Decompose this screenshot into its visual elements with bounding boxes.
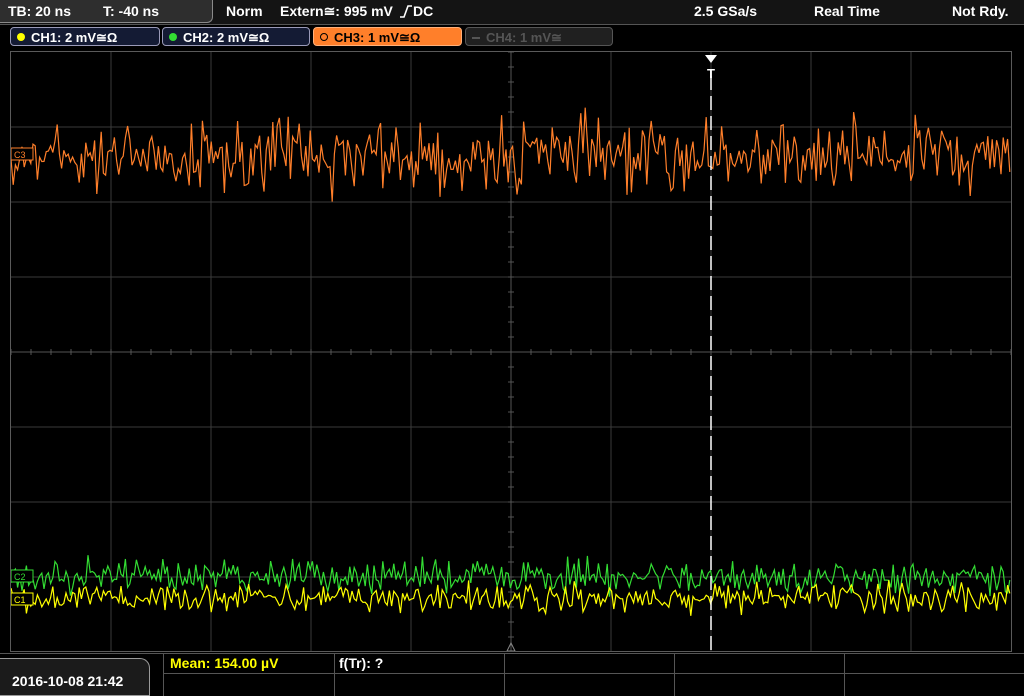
ch3-indicator-icon xyxy=(320,33,328,41)
trigger-source-label[interactable]: Extern≅: 995 mV xyxy=(280,3,393,20)
ch3-label: CH3: 1 mV≅Ω xyxy=(334,30,421,45)
measurement-table: Mean: 154.00 µV f(Tr): ? xyxy=(163,654,1024,696)
tab-ch4[interactable]: CH4: 1 mV≅ xyxy=(465,27,613,46)
measurement-cell-2[interactable]: f(Tr): ? xyxy=(335,654,505,674)
ch2-marker-label: C2 xyxy=(14,572,26,582)
rising-edge-icon xyxy=(399,4,413,18)
ch3-offset-marker[interactable]: C3 xyxy=(11,147,34,161)
datetime-box: 2016-10-08 21:42 xyxy=(0,658,150,696)
measurement-cell-9[interactable] xyxy=(675,674,845,696)
ch4-indicator-icon xyxy=(472,37,480,39)
measurement-cell-3[interactable] xyxy=(505,654,675,674)
measurement-cell-7[interactable] xyxy=(335,674,505,696)
status-bar: TB: 20 ns T: -40 ns Norm Extern≅: 995 mV… xyxy=(0,0,1024,25)
ch1-offset-marker[interactable]: C1 xyxy=(11,592,34,606)
ch2-waveform xyxy=(11,555,1011,597)
trigger-coupling-label[interactable]: DC xyxy=(413,3,433,19)
ch4-label: CH4: 1 mV≅ xyxy=(486,30,562,45)
tab-ch1[interactable]: CH1: 2 mV≅Ω xyxy=(10,27,160,46)
mean-measurement: Mean: 154.00 µV xyxy=(170,655,279,671)
frequency-measurement: f(Tr): ? xyxy=(339,655,384,671)
trigger-marker-label: T xyxy=(707,66,715,81)
measurement-cell-6[interactable] xyxy=(163,674,335,696)
tab-ch2[interactable]: CH2: 2 mV≅Ω xyxy=(162,27,310,46)
datetime-label: 2016-10-08 21:42 xyxy=(12,673,124,689)
measurement-bar: 2016-10-08 21:42 Mean: 154.00 µV f(Tr): … xyxy=(0,653,1024,696)
timebase-box[interactable]: TB: 20 ns T: -40 ns xyxy=(0,0,213,23)
ch2-label: CH2: 2 mV≅Ω xyxy=(183,30,270,45)
acquisition-status: Norm Extern≅: 995 mV DC 2.5 GSa/s Real T… xyxy=(218,0,1024,22)
ch3-waveform xyxy=(11,107,1011,202)
measurement-cell-8[interactable] xyxy=(505,674,675,696)
acquisition-mode-label[interactable]: Real Time xyxy=(814,3,880,19)
measurement-cell-5[interactable] xyxy=(845,654,1024,674)
trigger-arrow-icon[interactable] xyxy=(705,55,717,63)
trigger-status-label: Not Rdy. xyxy=(952,3,1009,19)
graticule xyxy=(11,52,1011,651)
timebase-label[interactable]: TB: 20 ns xyxy=(8,3,71,19)
ch1-indicator-icon xyxy=(17,33,25,41)
measurement-cell-10[interactable] xyxy=(845,674,1024,696)
waveform-canvas[interactable]: T C3 C2 C1 xyxy=(11,52,1011,651)
ch1-marker-label: C1 xyxy=(14,595,26,605)
measurement-cell-1[interactable]: Mean: 154.00 µV xyxy=(163,654,335,674)
waveform-display[interactable]: T C3 C2 C1 xyxy=(10,51,1012,652)
trigger-time-label[interactable]: T: -40 ns xyxy=(103,3,159,19)
trigger-mode-label[interactable]: Norm xyxy=(226,3,263,19)
ch2-indicator-icon xyxy=(169,33,177,41)
ch3-marker-label: C3 xyxy=(14,150,26,160)
tab-ch3[interactable]: CH3: 1 mV≅Ω xyxy=(313,27,462,46)
ch1-label: CH1: 2 mV≅Ω xyxy=(31,30,118,45)
sample-rate-label: 2.5 GSa/s xyxy=(694,3,758,19)
ch2-offset-marker[interactable]: C2 xyxy=(11,569,34,583)
measurement-cell-4[interactable] xyxy=(675,654,845,674)
